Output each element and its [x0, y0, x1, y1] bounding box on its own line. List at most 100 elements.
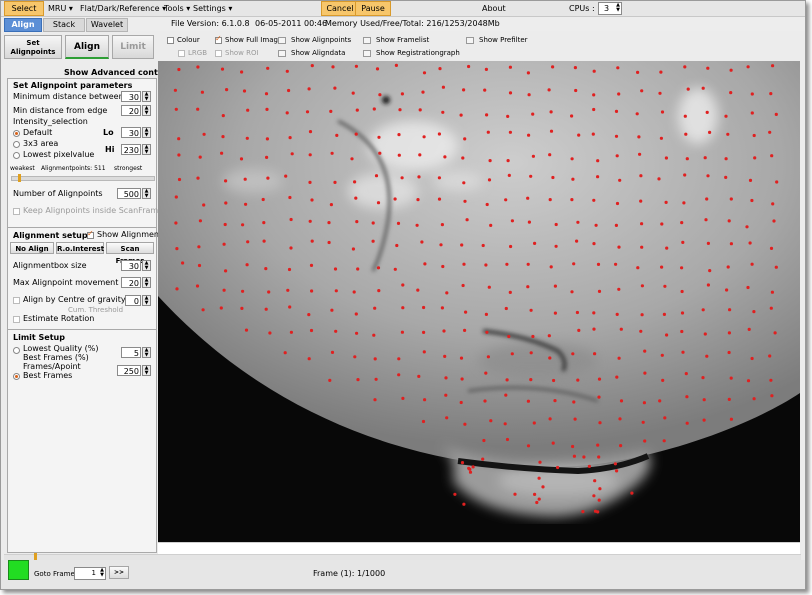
alignpoint-marker — [202, 203, 206, 207]
alignpoint-marker — [577, 133, 581, 137]
hi-input[interactable]: 230 — [121, 144, 141, 155]
alignpoint-marker — [729, 91, 733, 95]
alignpoint-marker — [355, 108, 359, 112]
alignpoint-marker — [221, 135, 225, 139]
alignpoint-marker — [702, 418, 706, 422]
min-edge-input[interactable]: 20 — [121, 105, 141, 116]
alignpoint-marker — [535, 500, 539, 505]
show-full-image-checkbox[interactable] — [215, 34, 222, 44]
aligndata-icon[interactable] — [278, 50, 286, 57]
registrationgraph-icon[interactable] — [363, 50, 371, 57]
alignpoint-marker — [613, 462, 617, 466]
scan-frames-button[interactable]: Scan Frames — [106, 242, 154, 265]
quality-input[interactable]: 5 — [121, 347, 141, 358]
show-alignpoints-label[interactable]: Show Alignpoints — [291, 36, 351, 45]
select-button[interactable]: Select — [4, 1, 44, 16]
set-alignpoints-button[interactable]: Set Alignpoints — [4, 35, 62, 59]
best-frames-input[interactable]: 250 — [117, 365, 141, 376]
max-movement-spinner[interactable]: ▲ ▼ — [142, 277, 151, 288]
max-movement-input[interactable]: 20 — [121, 277, 141, 288]
box-size-spinner[interactable]: ▲ ▼ — [142, 260, 151, 271]
solar-image-view[interactable] — [158, 61, 800, 542]
tab-align[interactable]: Align — [4, 18, 42, 32]
colour-checkbox[interactable] — [167, 37, 174, 44]
hi-spinner[interactable]: ▲ ▼ — [142, 144, 151, 155]
framelist-icon[interactable] — [363, 37, 371, 44]
number-alignpoints-input[interactable]: 500 — [117, 188, 141, 199]
cancel-button[interactable]: Cancel — [321, 1, 359, 16]
prefilter-icon[interactable] — [466, 37, 474, 44]
alignpoint-marker — [665, 333, 669, 337]
quality-spinner[interactable]: ▲ ▼ — [142, 347, 151, 358]
align-button[interactable]: Align — [65, 35, 109, 59]
tab-wavelet[interactable]: Wavelet — [86, 18, 128, 32]
show-registrationgraph-label[interactable]: Show Registrationgraph — [376, 49, 460, 58]
number-alignpoints-spinner[interactable]: ▲ ▼ — [142, 188, 151, 199]
flat-dark-reference-menu[interactable]: Flat/Dark/Reference ▾ — [80, 2, 166, 15]
lo-input[interactable]: 30 — [121, 127, 141, 138]
no-align-button[interactable]: No Align — [10, 242, 54, 254]
keep-inside-checkbox[interactable] — [13, 208, 20, 215]
roi-button[interactable]: R.o.Interest — [56, 242, 104, 254]
show-prefilter-label[interactable]: Show Prefilter — [479, 36, 528, 45]
area3-radio[interactable] — [13, 141, 20, 148]
alignpoint-marker — [377, 289, 381, 293]
show-roi-checkbox[interactable] — [215, 50, 222, 57]
alignpoint-marker — [596, 159, 600, 163]
alignpoint-marker — [289, 217, 293, 222]
lrgb-checkbox[interactable] — [178, 50, 185, 57]
goto-frame-button[interactable]: >> — [109, 566, 129, 579]
alignpoint-marker — [437, 197, 442, 201]
alignpoint-marker — [659, 70, 663, 74]
alignpoint-marker — [576, 378, 580, 382]
alignpoint-marker — [265, 107, 269, 111]
params-title: Set Alignpoint parameters — [13, 81, 133, 90]
alignpoint-marker — [173, 88, 177, 92]
settings-menu[interactable]: Settings ▾ — [193, 2, 232, 15]
alignpoint-marker — [592, 107, 596, 112]
box-size-input[interactable]: 30 — [121, 260, 141, 271]
alignpoint-marker — [680, 329, 684, 334]
alignpoint-marker — [774, 265, 778, 269]
min-distance-input[interactable]: 30 — [121, 91, 141, 102]
best-frames-spinner[interactable]: ▲ ▼ — [142, 365, 151, 376]
show-alignment-checkbox[interactable] — [87, 229, 94, 239]
tab-stack[interactable]: Stack — [43, 18, 85, 32]
mru-menu[interactable]: MRU ▾ — [48, 2, 73, 15]
alignpoint-marker — [770, 394, 774, 398]
show-framelist-label[interactable]: Show Framelist — [376, 36, 429, 45]
alignpoint-marker — [471, 465, 475, 469]
lowest-pixel-radio[interactable] — [13, 152, 20, 159]
alignpoint-marker — [770, 290, 775, 294]
estimate-rotation-checkbox[interactable] — [13, 316, 20, 323]
limit-button[interactable]: Limit — [112, 35, 154, 59]
strength-slider-thumb[interactable] — [18, 174, 21, 182]
default-radio[interactable] — [13, 130, 20, 137]
alignpoint-marker — [197, 263, 202, 268]
min-edge-spinner[interactable]: ▲ ▼ — [142, 105, 151, 116]
cpus-spinner[interactable]: 3 ▲ ▼ — [598, 2, 622, 15]
strength-slider[interactable] — [11, 174, 155, 182]
pause-button[interactable]: Pause — [355, 1, 391, 16]
best-frames-radio[interactable] — [13, 373, 20, 380]
alignpoint-marker — [350, 157, 354, 161]
lowest-quality-radio[interactable] — [13, 347, 20, 354]
cog-spinner[interactable]: ▲ ▼ — [142, 295, 151, 306]
show-aligndata-label[interactable]: Show Aligndata — [291, 49, 345, 58]
alignpoint-marker — [598, 421, 602, 425]
min-distance-spinner[interactable]: ▲ ▼ — [142, 91, 151, 102]
alignpoint-marker — [658, 91, 662, 95]
tools-menu[interactable]: Tools ▾ — [164, 2, 190, 15]
goto-frame-input[interactable]: 1 ▲ ▼ — [74, 567, 106, 580]
alignpoint-marker — [592, 198, 596, 202]
alignpoints-icon[interactable] — [278, 37, 286, 44]
alignpoint-marker — [310, 239, 314, 243]
alignpoint-marker — [533, 241, 537, 245]
about-menu[interactable]: About — [482, 2, 506, 15]
goto-frame-spinner-icon[interactable]: ▲ ▼ — [100, 568, 104, 578]
alignpoint-marker — [286, 288, 290, 292]
lo-spinner[interactable]: ▲ ▼ — [142, 127, 151, 138]
cog-input[interactable]: 0 — [125, 295, 141, 306]
alignpoint-marker — [378, 93, 382, 97]
centre-gravity-checkbox[interactable] — [13, 297, 20, 304]
